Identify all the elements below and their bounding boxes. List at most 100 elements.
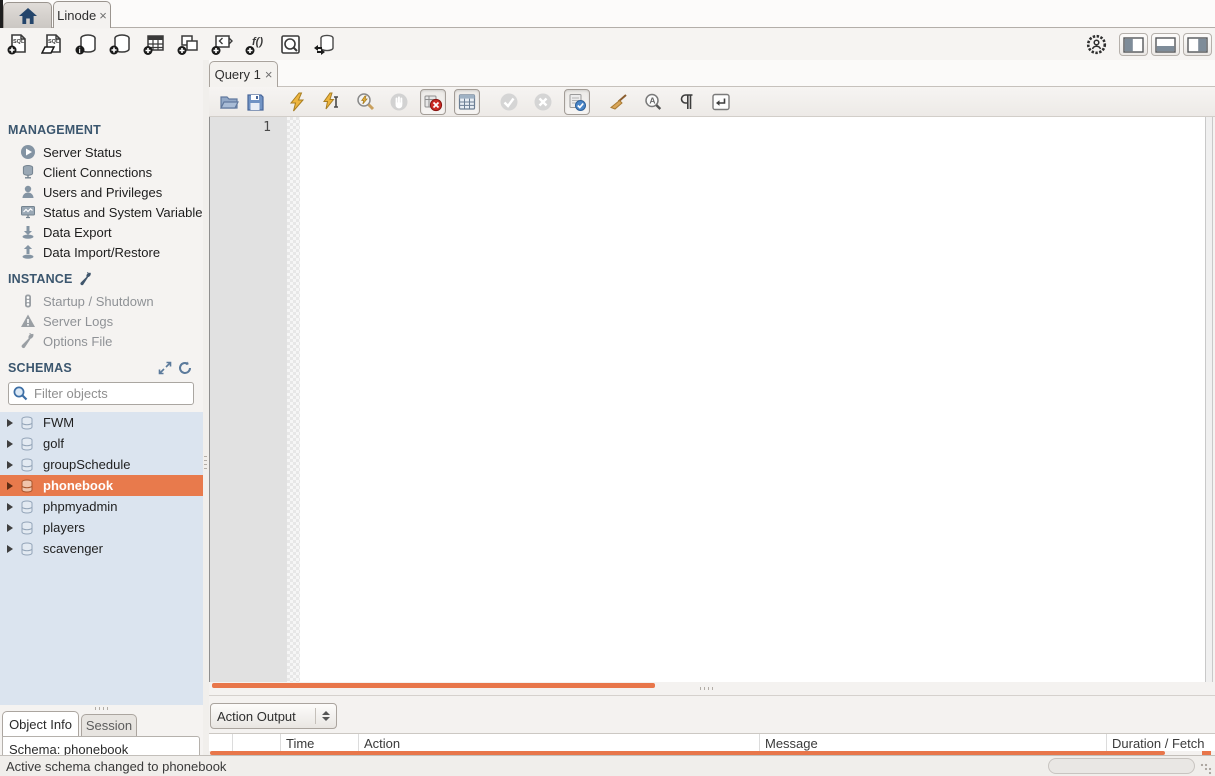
schema-inspector-button[interactable]: i	[75, 33, 98, 56]
status-bar: Active schema changed to phonebook	[0, 755, 1215, 776]
open-sql-script-button[interactable]: SQL	[41, 33, 64, 56]
wrench-icon	[79, 272, 93, 286]
create-schema-button[interactable]	[109, 33, 132, 56]
output-splitter-handle[interactable]	[700, 687, 714, 690]
expand-icon[interactable]	[158, 361, 172, 375]
schema-name: golf	[43, 436, 64, 451]
schema-filter	[8, 382, 194, 405]
database-icon	[20, 521, 34, 535]
sidebar-item-users-privileges[interactable]: Users and Privileges	[20, 182, 203, 202]
schemas-section-title: SCHEMAS	[8, 361, 72, 375]
column-duration-fetch[interactable]: Duration / Fetch	[1107, 734, 1215, 751]
toggle-right-sidebar-button[interactable]	[1183, 33, 1212, 56]
sidebar-item-system-variables[interactable]: Status and System Variables	[20, 202, 203, 222]
toggle-output-area-button[interactable]	[1151, 33, 1180, 56]
schema-item-scavenger[interactable]: scavenger	[0, 538, 203, 559]
column-label: Time	[286, 736, 314, 751]
tab-query-1[interactable]: Query 1 ×	[209, 61, 278, 87]
open-script-button[interactable]	[216, 89, 242, 115]
server-status-icon	[20, 144, 36, 160]
toggle-left-sidebar-button[interactable]	[1119, 33, 1148, 56]
sql-toolbar: A	[209, 87, 1215, 117]
execute-current-statement-button[interactable]	[318, 89, 344, 115]
toggle-wrap-button[interactable]	[708, 89, 734, 115]
column-label: Message	[765, 736, 818, 751]
sidebar-item-label: Users and Privileges	[43, 185, 162, 200]
column-status[interactable]	[209, 734, 233, 751]
tab-label: Session	[86, 718, 132, 733]
reconnect-dbms-button[interactable]	[313, 33, 336, 56]
filter-objects-input[interactable]	[8, 382, 194, 405]
column-time[interactable]: Time	[281, 734, 359, 751]
schema-item-fwm[interactable]: FWM	[0, 412, 203, 433]
sidebar-item-data-import[interactable]: Data Import/Restore	[20, 242, 203, 262]
close-tab-icon[interactable]: ×	[99, 9, 107, 22]
main-toolbar: SQL SQL i f()	[0, 29, 1215, 60]
tab-session[interactable]: Session	[81, 714, 137, 736]
home-tab[interactable]	[3, 2, 52, 28]
chevron-right-icon[interactable]	[7, 419, 13, 427]
toggle-stop-on-error-button[interactable]	[420, 89, 446, 115]
chevron-right-icon[interactable]	[7, 482, 13, 490]
data-export-icon	[20, 224, 36, 240]
splitter-grip[interactable]	[204, 456, 207, 472]
create-procedure-button[interactable]	[211, 33, 234, 56]
sql-editor-surface[interactable]	[300, 117, 1205, 682]
create-function-button[interactable]: f()	[245, 33, 268, 56]
database-icon	[20, 416, 34, 430]
new-query-tab-button[interactable]: SQL	[7, 33, 30, 56]
toggle-autocommit-button[interactable]	[564, 89, 590, 115]
schema-name: phonebook	[43, 478, 113, 493]
schema-item-phpmyadmin[interactable]: phpmyadmin	[0, 496, 203, 517]
chevron-right-icon[interactable]	[7, 461, 13, 469]
chevron-right-icon[interactable]	[7, 503, 13, 511]
connection-tab-label: Linode	[57, 8, 96, 23]
explain-button[interactable]	[352, 89, 378, 115]
execute-button[interactable]	[284, 89, 310, 115]
sidebar-item-data-export[interactable]: Data Export	[20, 222, 203, 242]
editor-vertical-scrollbar[interactable]	[1205, 117, 1213, 682]
editor-horizontal-scrollbar[interactable]	[212, 683, 655, 688]
beautify-button[interactable]	[606, 89, 632, 115]
server-logs-icon	[20, 313, 36, 329]
user-gear-icon[interactable]	[1086, 34, 1107, 55]
schema-item-phonebook[interactable]: phonebook	[0, 475, 203, 496]
column-label: Action	[364, 736, 400, 751]
window-resize-grip[interactable]	[1200, 763, 1212, 775]
toggle-invisibles-button[interactable]	[674, 89, 700, 115]
schema-item-groupschedule[interactable]: groupSchedule	[0, 454, 203, 475]
line-number: 1	[210, 117, 287, 135]
sidebar-splitter-handle[interactable]	[95, 707, 109, 710]
rollback-button[interactable]	[530, 89, 556, 115]
limit-rows-button[interactable]	[454, 89, 480, 115]
search-table-data-button[interactable]	[279, 33, 302, 56]
column-message[interactable]: Message	[760, 734, 1107, 751]
sidebar-item-server-status[interactable]: Server Status	[20, 142, 203, 162]
commit-button[interactable]	[496, 89, 522, 115]
find-button[interactable]: A	[640, 89, 666, 115]
column-index[interactable]	[233, 734, 281, 751]
sidebar-item-server-logs[interactable]: Server Logs	[20, 311, 203, 331]
sidebar-item-options-file[interactable]: Options File	[20, 331, 203, 351]
save-script-button[interactable]	[242, 89, 268, 115]
output-view-selector[interactable]: Action Output	[210, 703, 337, 729]
tab-object-info[interactable]: Object Info	[2, 711, 79, 736]
column-action[interactable]: Action	[359, 734, 760, 751]
schema-item-golf[interactable]: golf	[0, 433, 203, 454]
sidebar-item-startup-shutdown[interactable]: Startup / Shutdown	[20, 291, 203, 311]
sidebar-item-label: Client Connections	[43, 165, 152, 180]
create-view-button[interactable]	[177, 33, 200, 56]
chevron-right-icon[interactable]	[7, 545, 13, 553]
chevron-right-icon[interactable]	[7, 440, 13, 448]
sidebar-item-client-connections[interactable]: Client Connections	[20, 162, 203, 182]
close-query-tab-icon[interactable]: ×	[265, 68, 273, 81]
schema-item-players[interactable]: players	[0, 517, 203, 538]
refresh-icon[interactable]	[178, 361, 192, 375]
chevron-right-icon[interactable]	[7, 524, 13, 532]
stop-button[interactable]	[386, 89, 412, 115]
sidebar-item-label: Server Logs	[43, 314, 113, 329]
connection-tab-linode[interactable]: Linode ×	[53, 1, 111, 28]
schema-name: scavenger	[43, 541, 103, 556]
schema-tree: FWM golf groupSchedule phonebook phpmyad	[0, 412, 203, 705]
create-table-button[interactable]	[143, 33, 166, 56]
